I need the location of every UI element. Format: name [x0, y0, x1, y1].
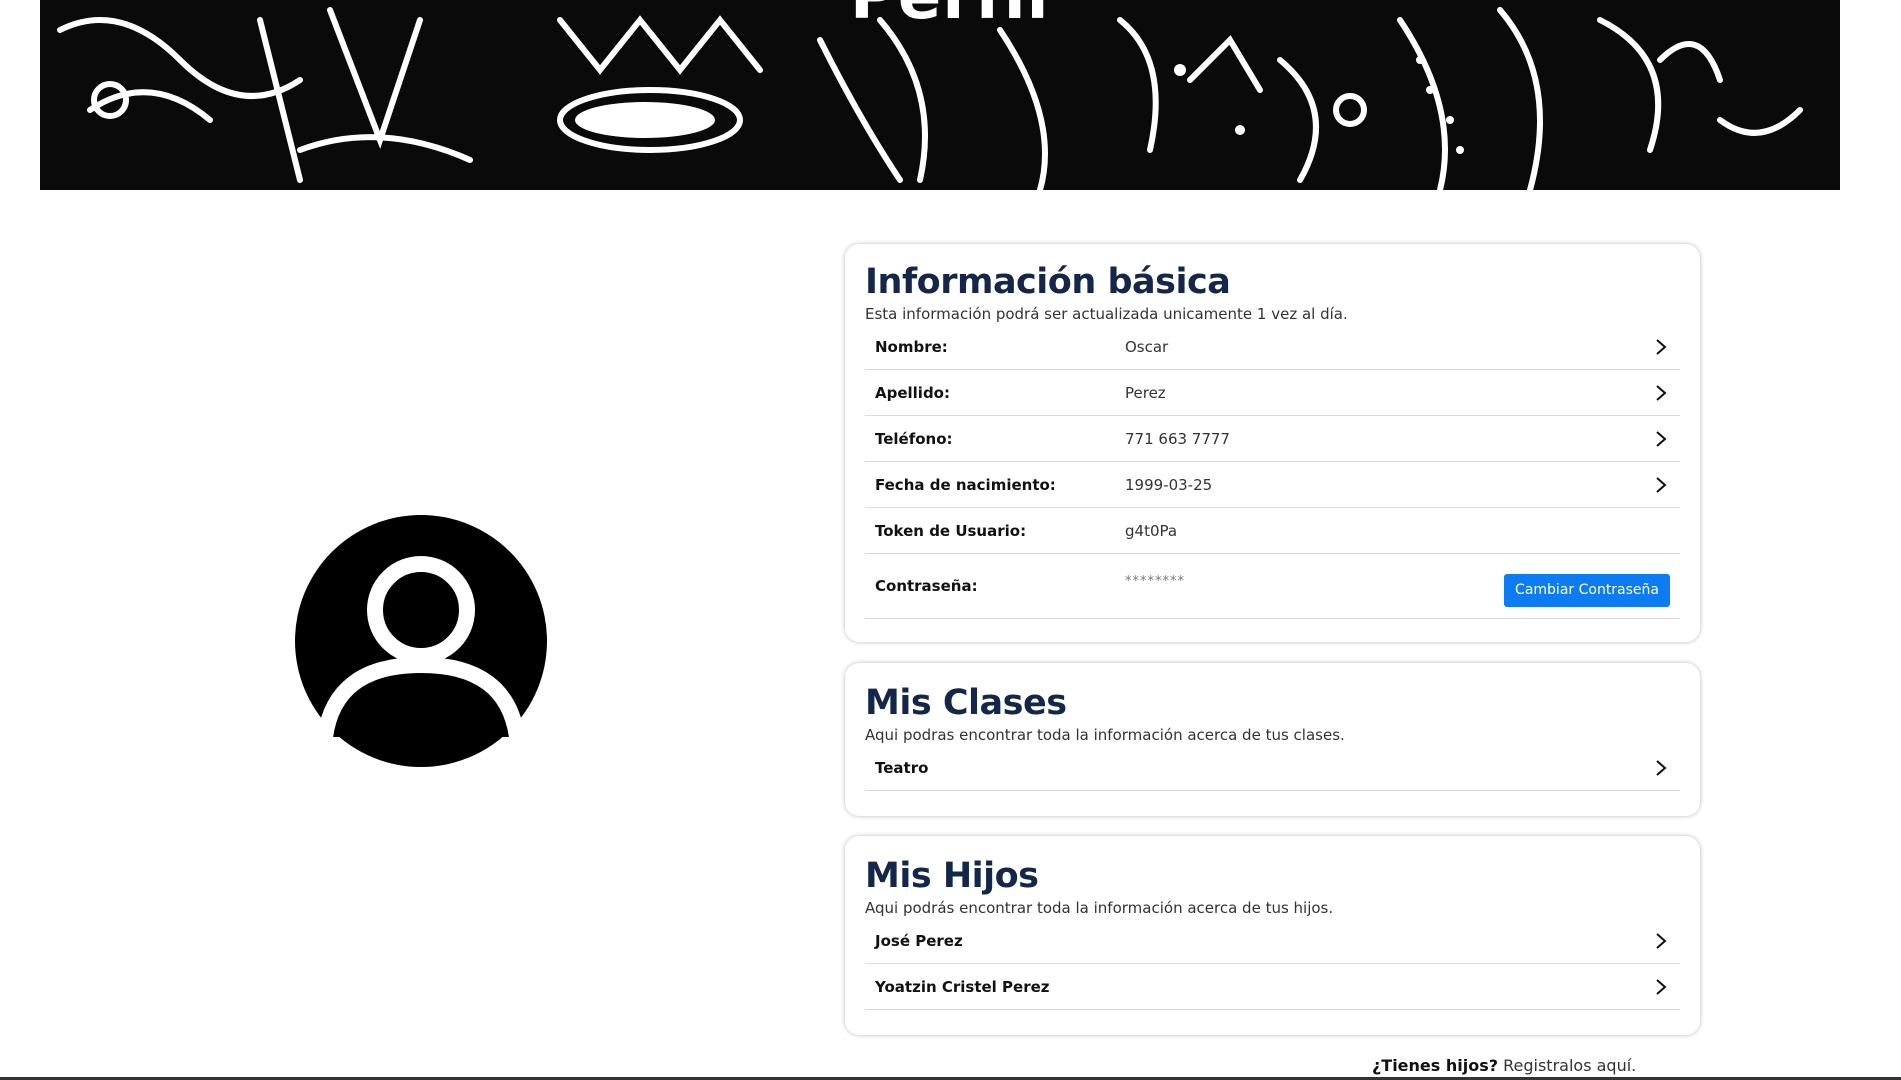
my-classes-subtitle: Aqui podras encontrar toda la informació…: [865, 726, 1345, 744]
class-item[interactable]: Teatro: [865, 745, 1680, 791]
info-value: g4t0Pa: [1125, 521, 1178, 540]
my-children-card: Mis Hijos Aqui podrás encontrar toda la …: [845, 836, 1700, 1035]
basic-info-subtitle: Esta información podrá ser actualizada u…: [865, 305, 1348, 323]
chevron-right-icon[interactable]: [1652, 978, 1670, 996]
info-label: Fecha de nacimiento:: [875, 475, 1056, 494]
info-label: Token de Usuario:: [875, 521, 1027, 540]
info-row-password: Contraseña: ******** Cambiar Contraseña: [865, 554, 1680, 619]
child-item[interactable]: Yoatzin Cristel Perez: [865, 964, 1680, 1010]
info-row-nombre[interactable]: Nombre: Oscar: [865, 324, 1680, 370]
chevron-right-icon[interactable]: [1652, 932, 1670, 950]
change-password-button[interactable]: Cambiar Contraseña: [1504, 573, 1670, 607]
class-label: Teatro: [875, 758, 929, 777]
my-classes-card: Mis Clases Aqui podras encontrar toda la…: [845, 663, 1700, 816]
info-label: Teléfono:: [875, 429, 953, 448]
user-avatar-icon: [295, 515, 547, 767]
my-classes-title: Mis Clases: [865, 683, 1067, 723]
register-children-question: ¿Tienes hijos?: [1372, 1056, 1499, 1075]
chevron-right-icon[interactable]: [1652, 338, 1670, 356]
my-children-title: Mis Hijos: [865, 856, 1039, 896]
info-value: 771 663 7777: [1125, 429, 1230, 448]
basic-info-card: Información básica Esta información podr…: [845, 244, 1700, 642]
chevron-right-icon[interactable]: [1652, 430, 1670, 448]
info-row-apellido[interactable]: Apellido: Perez: [865, 370, 1680, 416]
info-value: Oscar: [1125, 337, 1169, 356]
register-children-prompt: ¿Tienes hijos? Registralos aquí.: [1372, 1056, 1636, 1075]
user-avatar: [295, 515, 547, 767]
register-children-link[interactable]: Registralos aquí.: [1503, 1056, 1636, 1075]
info-label: Apellido:: [875, 383, 950, 402]
page-title: Perfil: [850, 0, 1050, 34]
child-label: José Perez: [875, 931, 963, 950]
password-mask: ********: [1125, 574, 1185, 589]
chevron-right-icon[interactable]: [1652, 476, 1670, 494]
my-children-subtitle: Aqui podrás encontrar toda la informació…: [865, 899, 1334, 917]
info-value: 1999-03-25: [1125, 475, 1213, 494]
info-row-token: Token de Usuario: g4t0Pa: [865, 508, 1680, 554]
info-label: Nombre:: [875, 337, 948, 356]
info-row-telefono[interactable]: Teléfono: 771 663 7777: [865, 416, 1680, 462]
info-row-fecha-nacimiento[interactable]: Fecha de nacimiento: 1999-03-25: [865, 462, 1680, 508]
child-item[interactable]: José Perez: [865, 918, 1680, 964]
info-label: Contraseña:: [875, 577, 978, 595]
info-value: Perez: [1125, 383, 1166, 402]
child-label: Yoatzin Cristel Perez: [875, 977, 1050, 996]
chevron-right-icon[interactable]: [1652, 759, 1670, 777]
header-banner: Perfil: [0, 0, 1901, 194]
basic-info-title: Información básica: [865, 262, 1231, 302]
chevron-right-icon[interactable]: [1652, 384, 1670, 402]
